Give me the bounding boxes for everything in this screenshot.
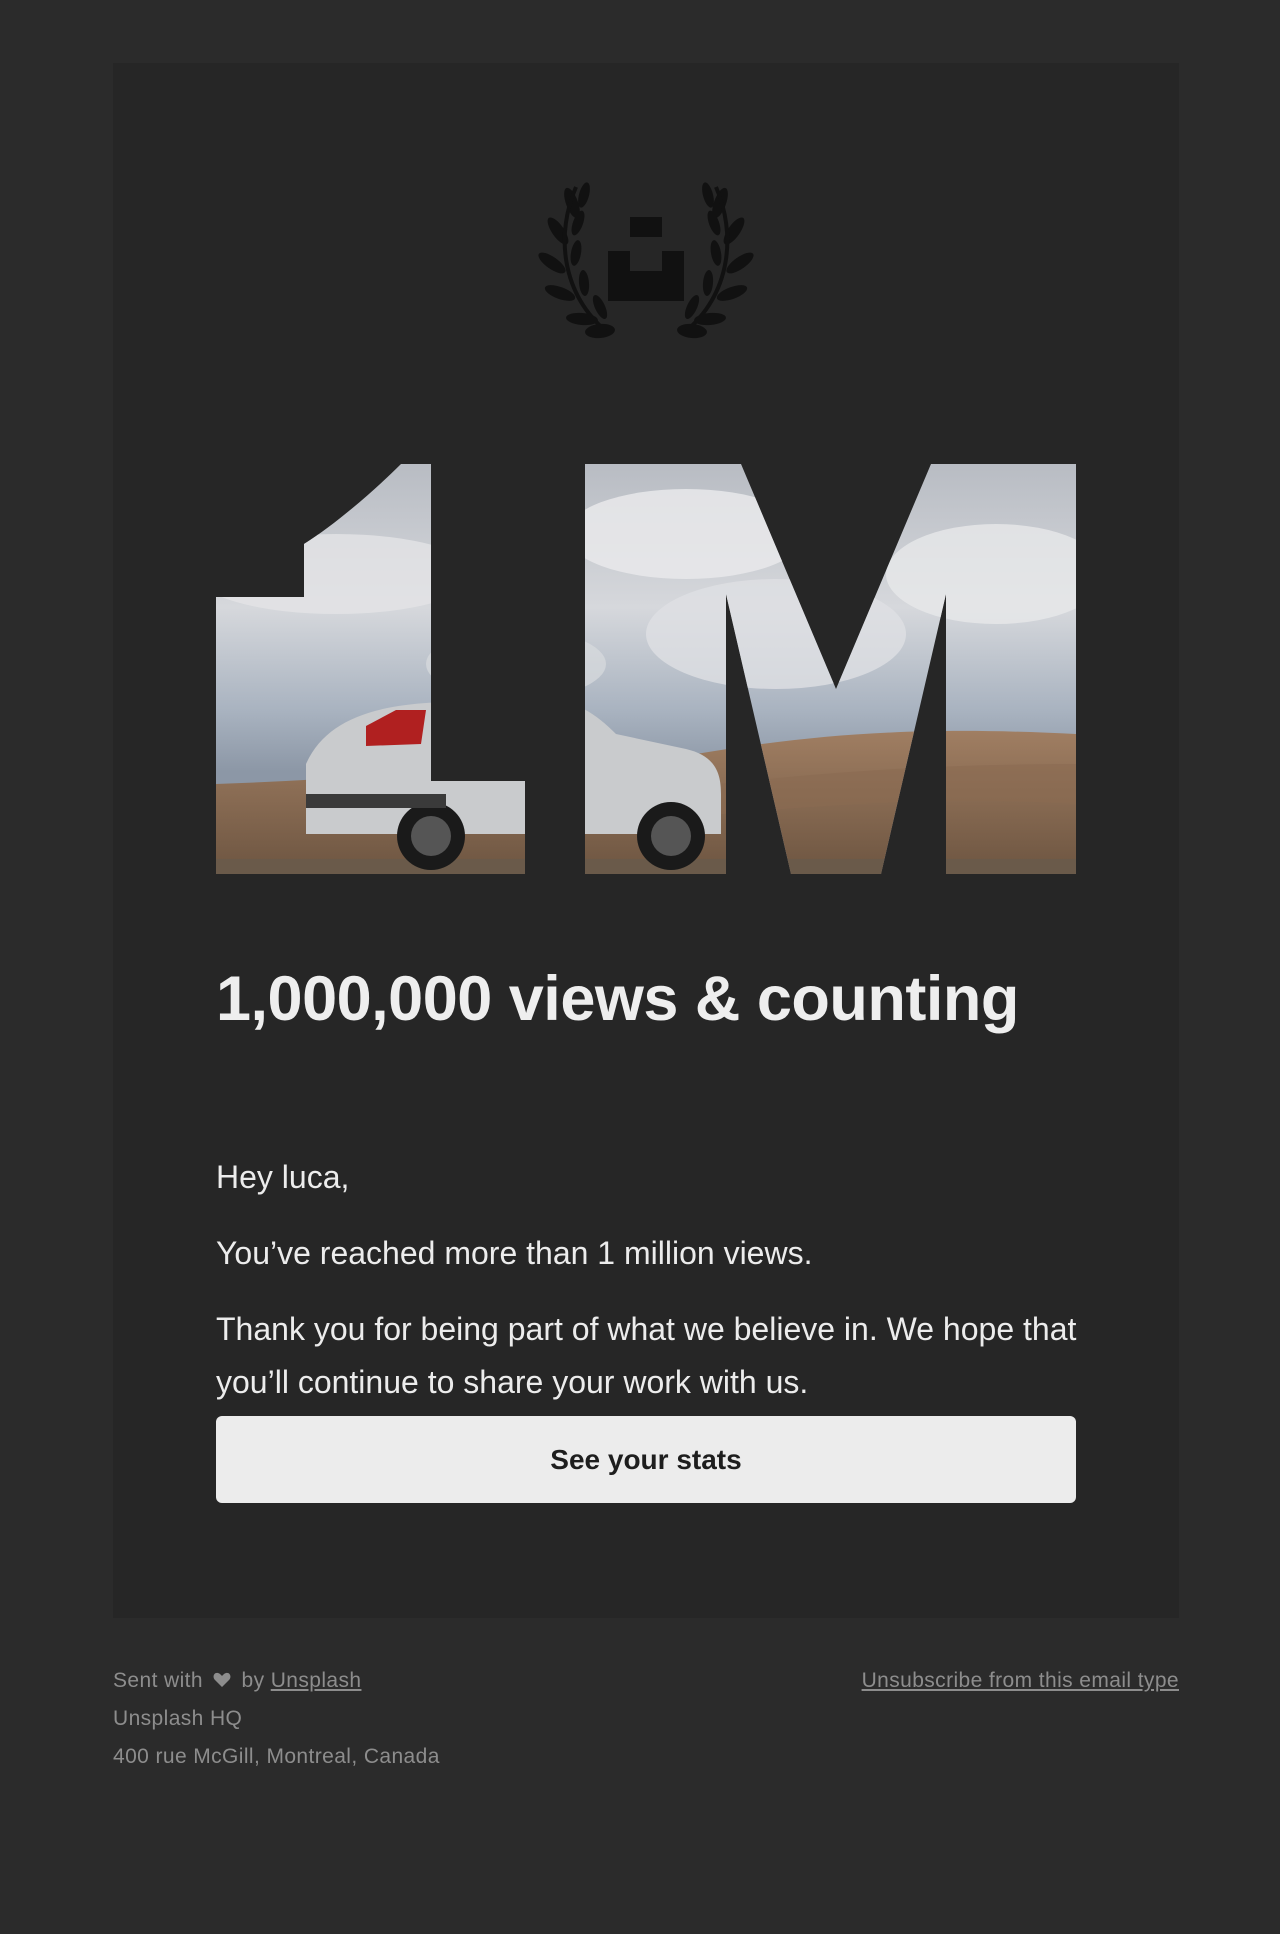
headline: 1,000,000 views & counting: [216, 964, 1019, 1034]
footer: Sent with by Unsplash Unsplash HQ 400 ru…: [113, 1662, 1179, 1776]
unsubscribe-link[interactable]: Unsubscribe from this email type: [862, 1662, 1179, 1700]
unsplash-laurel-icon: [538, 182, 754, 339]
address-text: 400 rue McGill, Montreal, Canada: [113, 1745, 440, 1768]
hq-text: Unsplash HQ: [113, 1707, 243, 1730]
email-card: 1,000,000 views & counting Hey luca, You…: [113, 63, 1179, 1618]
hero-1m-graphic: [216, 464, 1076, 874]
sent-with-text: Sent with: [113, 1669, 203, 1692]
by-text: by: [241, 1669, 265, 1692]
greeting-text: Hey luca,: [216, 1159, 350, 1195]
see-stats-button[interactable]: See your stats: [216, 1416, 1076, 1503]
unsplash-link[interactable]: Unsplash: [271, 1669, 362, 1692]
heart-icon: [213, 1672, 231, 1687]
thanks-text: Thank you for being part of what we beli…: [216, 1311, 1077, 1400]
message-text: You’ve reached more than 1 million views…: [216, 1235, 813, 1271]
